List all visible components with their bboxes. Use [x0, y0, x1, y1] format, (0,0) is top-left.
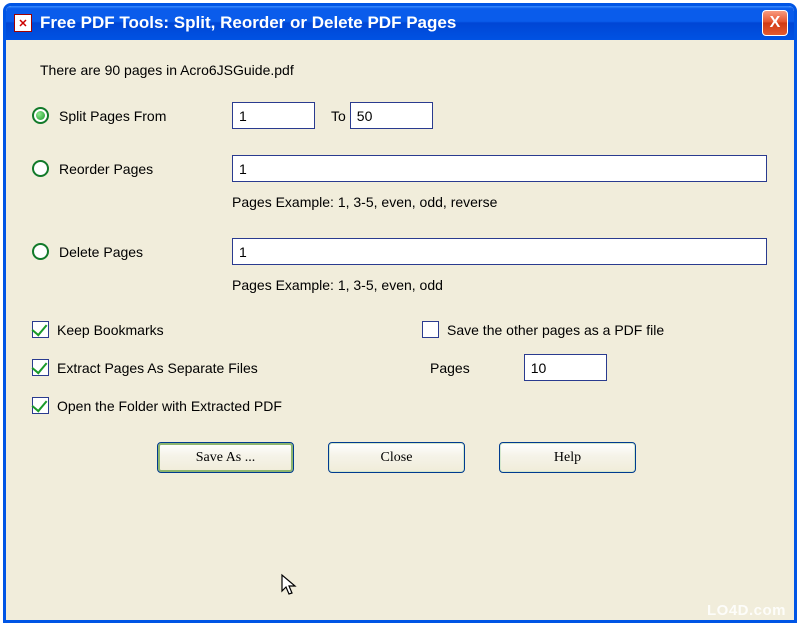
- delete-radio[interactable]: [32, 243, 49, 260]
- delete-hint: Pages Example: 1, 3-5, even, odd: [232, 277, 768, 293]
- check-row-3: Open the Folder with Extracted PDF: [32, 397, 768, 414]
- delete-row: Delete Pages: [32, 238, 768, 265]
- split-radio[interactable]: [32, 107, 49, 124]
- dialog-content: There are 90 pages in Acro6JSGuide.pdf S…: [6, 40, 794, 495]
- window-title: Free PDF Tools: Split, Reorder or Delete…: [40, 13, 762, 33]
- delete-label: Delete Pages: [59, 244, 232, 260]
- reorder-label: Reorder Pages: [59, 161, 232, 177]
- reorder-row: Reorder Pages: [32, 155, 768, 182]
- dialog-window: ✕ Free PDF Tools: Split, Reorder or Dele…: [3, 3, 797, 623]
- close-button[interactable]: Close: [328, 442, 465, 473]
- pages-count-label: Pages: [430, 360, 470, 376]
- extract-separate-checkbox[interactable]: [32, 359, 49, 376]
- reorder-input[interactable]: [232, 155, 767, 182]
- watermark: LO4D.com: [707, 602, 786, 619]
- open-folder-label: Open the Folder with Extracted PDF: [57, 398, 282, 414]
- button-row: Save As ... Close Help: [157, 442, 768, 473]
- check-row-1: Keep Bookmarks Save the other pages as a…: [32, 321, 768, 338]
- split-from-input[interactable]: [232, 102, 315, 129]
- save-as-button[interactable]: Save As ...: [157, 442, 294, 473]
- app-icon: ✕: [14, 14, 32, 32]
- reorder-hint: Pages Example: 1, 3-5, even, odd, revers…: [232, 194, 768, 210]
- check-row-2: Extract Pages As Separate Files Pages: [32, 354, 768, 381]
- reorder-radio[interactable]: [32, 160, 49, 177]
- save-other-checkbox[interactable]: [422, 321, 439, 338]
- extract-separate-label: Extract Pages As Separate Files: [57, 360, 258, 376]
- split-label: Split Pages From: [59, 108, 232, 124]
- cursor-icon: [280, 573, 300, 597]
- keep-bookmarks-label: Keep Bookmarks: [57, 322, 164, 338]
- save-other-label: Save the other pages as a PDF file: [447, 322, 664, 338]
- page-count-info: There are 90 pages in Acro6JSGuide.pdf: [40, 62, 768, 78]
- pages-count-input[interactable]: [524, 354, 607, 381]
- split-to-input[interactable]: [350, 102, 433, 129]
- split-row: Split Pages From To: [32, 102, 768, 129]
- help-button[interactable]: Help: [499, 442, 636, 473]
- open-folder-checkbox[interactable]: [32, 397, 49, 414]
- titlebar[interactable]: ✕ Free PDF Tools: Split, Reorder or Dele…: [6, 6, 794, 40]
- close-icon[interactable]: X: [762, 10, 788, 36]
- delete-input[interactable]: [232, 238, 767, 265]
- keep-bookmarks-checkbox[interactable]: [32, 321, 49, 338]
- split-to-label: To: [331, 108, 346, 124]
